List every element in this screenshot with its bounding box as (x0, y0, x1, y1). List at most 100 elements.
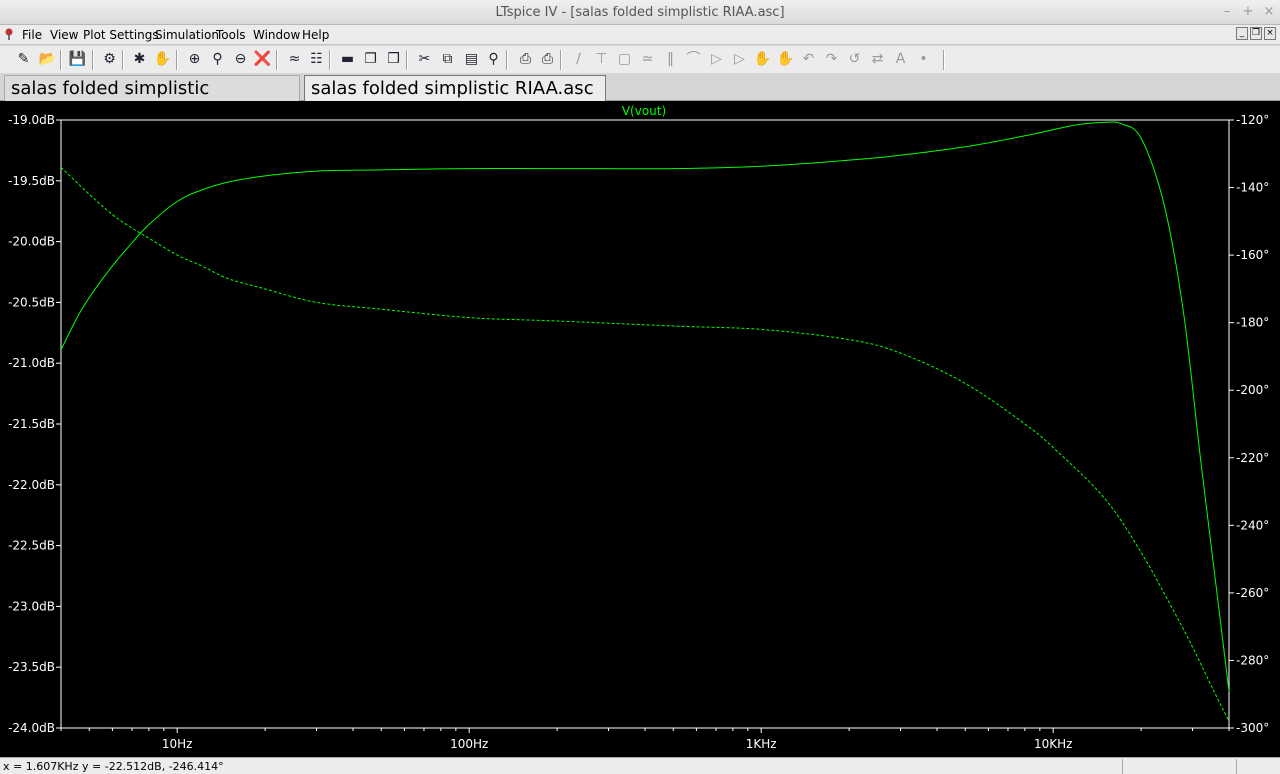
label-net-icon[interactable]: ▢ (614, 49, 635, 70)
bode-plot[interactable]: V(vout) -19.0dB -19.5dB -20.0dB -20.5dB -21.… (0, 101, 1280, 757)
cursor-y-readout: y = -22.512dB, -246.414° (82, 760, 224, 773)
window-title: LTspice IV - [salas folded simplistic RI… (495, 5, 785, 20)
undo-icon[interactable]: ↶ (798, 49, 819, 70)
toolbar: ✎ 📂 💾 ⚙ ✱ ✋ ⊕ ⚲ ⊖ ❌ ≈ ☷ ▬ ❐ ❒ ✂ ⧉ ▤ ⚲ ⎙ ⎙ ∕ ⊤ ▢ ≃ ‖ ⌒ ▷ ▷ ✋ ✋ ↶ ↷ ↺ ⇄ A • (0, 46, 1280, 73)
inductor-icon[interactable]: ⌒ (683, 49, 704, 70)
move-icon[interactable]: ✋ (752, 49, 773, 70)
rotate-icon[interactable]: ↺ (844, 49, 865, 70)
cascade-icon[interactable]: ❐ (360, 49, 381, 70)
menu-bar: File View Plot Settings Simulation Tools… (0, 25, 1280, 45)
y-right-tick-label: -200° (1236, 383, 1269, 397)
y-left-tick-label: -19.5dB (8, 174, 55, 188)
save-icon[interactable]: 💾 (67, 49, 88, 70)
y-left-tick-label: -21.0dB (8, 356, 55, 370)
x-tick-label: 1KHz (746, 737, 777, 751)
halt-icon[interactable]: ✋ (152, 49, 173, 70)
axis-ticks: -19.0dB -19.5dB -20.0dB -20.5dB -21.0dB -21.5… (8, 113, 1269, 751)
title-bar: LTspice IV - [salas folded simplistic RI… (0, 0, 1280, 25)
wire-icon[interactable]: ∕ (568, 49, 589, 70)
tab-schematic[interactable]: salas folded simplistic RIAA.asc (4, 75, 300, 125)
toolbar-separator (560, 50, 562, 70)
y-left-tick-label: -22.5dB (8, 539, 55, 553)
mirror-icon[interactable]: ⇄ (867, 49, 888, 70)
y-left-tick-label: -23.5dB (8, 660, 55, 674)
copy-icon[interactable]: ⧉ (437, 49, 458, 70)
close-icon[interactable]: × (1261, 4, 1277, 20)
y-right-tick-label: -260° (1236, 586, 1269, 600)
y-right-tick-label: -220° (1236, 451, 1269, 465)
zoom-cancel-icon[interactable]: ❌ (252, 49, 273, 70)
y-right-tick-label: -280° (1236, 653, 1269, 667)
resistor-icon[interactable]: ≃ (637, 49, 658, 70)
mdi-restore-icon[interactable]: ❐ (1250, 27, 1262, 40)
toolbar-separator (276, 50, 278, 70)
toolbar-separator (329, 50, 331, 70)
document-tabs: salas folded simplistic RIAA.asc salas f… (0, 73, 1280, 125)
drag-icon[interactable]: ✋ (775, 49, 796, 70)
waveform-plot-pane[interactable]: V(vout) -19.0dB -19.5dB -20.0dB -20.5dB -21.… (0, 101, 1280, 757)
zoom-out-icon[interactable]: ⊖ (230, 49, 251, 70)
trace-label[interactable]: V(vout) (622, 104, 666, 118)
mdi-close-icon[interactable]: × (1264, 27, 1276, 40)
menu-tools[interactable]: Tools (216, 28, 246, 42)
component-icon[interactable]: ▷ (729, 49, 750, 70)
ltspice-logo-icon[interactable] (4, 27, 14, 41)
menu-help[interactable]: Help (302, 28, 329, 42)
ground-icon[interactable]: ⊤ (591, 49, 612, 70)
toolbar-separator (122, 50, 124, 70)
print-preview-icon[interactable]: ⎙ (515, 49, 536, 70)
control-panel-icon[interactable]: ⚙ (99, 49, 120, 70)
y-right-tick-label: -160° (1236, 248, 1269, 262)
minimize-icon[interactable]: – (1219, 4, 1235, 20)
redo-icon[interactable]: ↷ (821, 49, 842, 70)
traces (60, 121, 1230, 722)
toolbar-separator (92, 50, 94, 70)
menu-window[interactable]: Window (253, 28, 300, 42)
y-left-tick-label: -22.0dB (8, 478, 55, 492)
status-bar: x = 1.607KHz y = -22.512dB, -246.414° (0, 757, 1280, 774)
cut-icon[interactable]: ✂ (414, 49, 435, 70)
text-icon[interactable]: A (890, 49, 911, 70)
y-right-tick-label: -180° (1236, 316, 1269, 330)
maximize-icon[interactable]: + (1240, 4, 1256, 20)
menu-simulation[interactable]: Simulation (155, 28, 219, 42)
status-cell (1122, 759, 1123, 774)
zoom-in-icon[interactable]: ⊕ (184, 49, 205, 70)
toolbar-separator (176, 50, 178, 70)
y-left-tick-label: -23.0dB (8, 599, 55, 613)
y-left-tick-label: -21.5dB (8, 417, 55, 431)
y-left-tick-label: -20.5dB (8, 295, 55, 309)
diode-icon[interactable]: ▷ (706, 49, 727, 70)
x-tick-label: 10Hz (162, 737, 193, 751)
tile-horizontal-icon[interactable]: ▬ (337, 49, 358, 70)
toolbar-separator (406, 50, 408, 70)
mdi-minimize-icon[interactable]: _ (1236, 27, 1248, 40)
tile-vertical-icon[interactable]: ❒ (383, 49, 404, 70)
print-icon[interactable]: ⎙ (537, 49, 558, 70)
y-right-tick-label: -120° (1236, 113, 1269, 127)
y-right-tick-label: -140° (1236, 181, 1269, 195)
magnitude-trace[interactable] (60, 121, 1230, 692)
spice-directive-icon[interactable]: • (913, 49, 934, 70)
paste-icon[interactable]: ▤ (461, 49, 482, 70)
mark-unused-icon[interactable]: ☷ (306, 49, 327, 70)
menu-plot-settings[interactable]: Plot Settings (83, 28, 159, 42)
menu-file[interactable]: File (22, 28, 42, 42)
zoom-area-icon[interactable]: ⚲ (207, 49, 228, 70)
tab-waveform[interactable]: salas folded simplistic RIAA.asc (304, 75, 606, 101)
new-schematic-icon[interactable]: ✎ (13, 49, 34, 70)
plot-frame (60, 119, 1230, 729)
phase-trace[interactable] (60, 166, 1230, 722)
y-right-tick-label: -300° (1236, 721, 1269, 735)
toolbar-separator (943, 50, 945, 70)
toolbar-separator (506, 50, 508, 70)
status-cell (1236, 759, 1237, 774)
find-icon[interactable]: ⚲ (483, 49, 504, 70)
capacitor-icon[interactable]: ‖ (660, 49, 681, 70)
autorange-icon[interactable]: ≈ (284, 49, 305, 70)
open-icon[interactable]: 📂 (37, 49, 58, 70)
toolbar-separator (60, 50, 62, 70)
menu-view[interactable]: View (50, 28, 78, 42)
y-left-tick-label: -20.0dB (8, 235, 55, 249)
run-icon[interactable]: ✱ (129, 49, 150, 70)
